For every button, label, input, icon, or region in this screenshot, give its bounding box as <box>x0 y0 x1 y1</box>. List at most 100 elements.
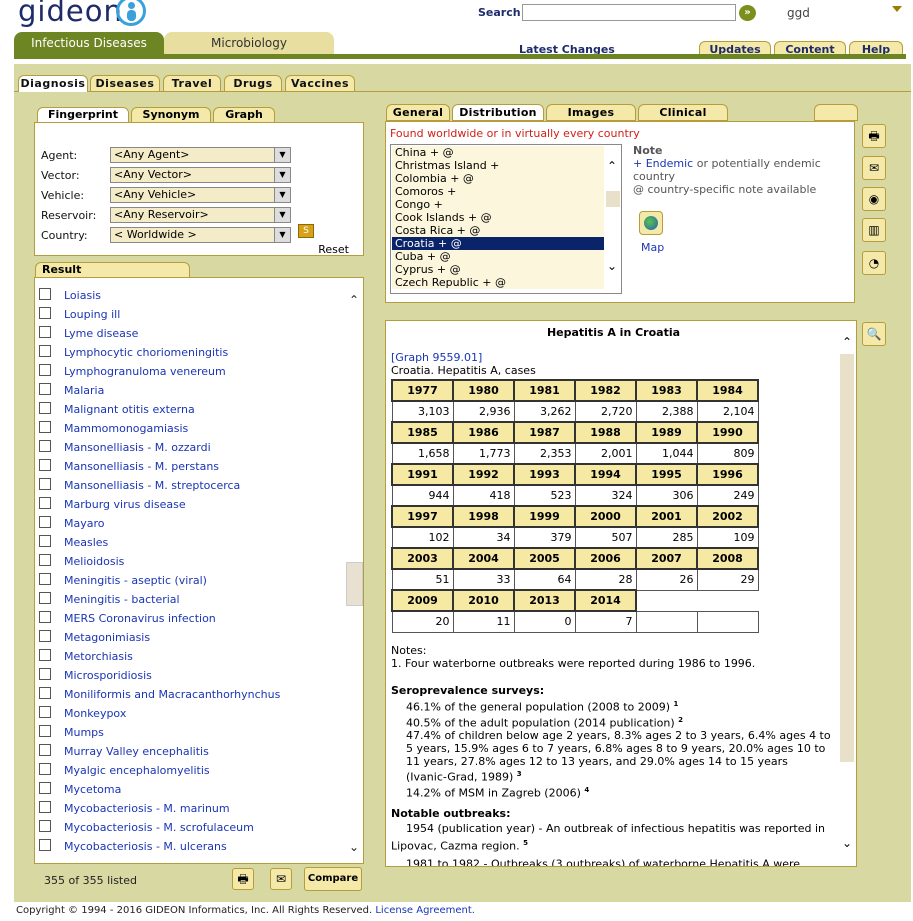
pie-chart-icon[interactable]: ◔ <box>862 251 886 275</box>
list-item[interactable]: Melioidosis <box>39 553 349 572</box>
detail-scroll-thumb[interactable] <box>840 354 854 762</box>
reset-button[interactable]: Reset <box>318 243 349 256</box>
checkbox[interactable] <box>39 364 51 376</box>
checkbox[interactable] <box>39 326 51 338</box>
checkbox[interactable] <box>39 820 51 832</box>
list-item[interactable]: Mayaro <box>39 515 349 534</box>
disease-link[interactable]: Lymphocytic choriomeningitis <box>64 346 228 359</box>
list-item[interactable]: Mycetoma <box>39 781 349 800</box>
checkbox[interactable] <box>39 383 51 395</box>
list-item[interactable]: Mycobacteriosis - M. ulcerans <box>39 838 349 857</box>
disease-link[interactable]: Metorchiasis <box>64 650 133 663</box>
reservoir-select[interactable]: <Any Reservoir> ▼ <box>110 207 291 223</box>
list-item[interactable]: Meningitis - aseptic (viral) <box>39 572 349 591</box>
tab-infectious-diseases[interactable]: Infectious Diseases <box>14 32 164 56</box>
tab-general[interactable]: General <box>386 104 450 121</box>
checkbox[interactable] <box>39 763 51 775</box>
disease-link[interactable]: Monkeypox <box>64 707 126 720</box>
list-item[interactable]: Meningitis - bacterial <box>39 591 349 610</box>
country-option[interactable]: Congo + <box>392 198 604 211</box>
disease-link[interactable]: Myalgic encephalomyelitis <box>64 764 210 777</box>
list-item[interactable]: Microsporidiosis <box>39 667 349 686</box>
list-item[interactable]: Myalgic encephalomyelitis <box>39 762 349 781</box>
scroll-down-icon[interactable]: ⌄ <box>349 840 359 854</box>
tab-synonym[interactable]: Synonym <box>131 107 211 123</box>
scroll-down-icon[interactable]: ⌄ <box>842 836 852 850</box>
checkbox[interactable] <box>39 687 51 699</box>
list-item[interactable]: Moniliformis and Macracanthorhynchus <box>39 686 349 705</box>
scroll-up-icon[interactable]: ⌃ <box>842 335 852 349</box>
graph-link[interactable]: [Graph 9559.01] <box>391 351 482 364</box>
chevron-down-icon[interactable]: ▼ <box>274 228 290 242</box>
compare-button[interactable]: Compare <box>304 867 362 891</box>
checkbox[interactable] <box>39 592 51 604</box>
checkbox[interactable] <box>39 630 51 642</box>
disease-link[interactable]: Mammomonogamiasis <box>64 422 188 435</box>
checkbox[interactable] <box>39 668 51 680</box>
tab-distribution[interactable]: Distribution <box>452 104 544 121</box>
checkbox[interactable] <box>39 516 51 528</box>
scroll-up-icon[interactable]: ⌃ <box>349 293 359 307</box>
chevron-down-icon[interactable]: ▼ <box>274 188 290 202</box>
checkbox[interactable] <box>39 307 51 319</box>
scroll-down-icon[interactable]: ⌄ <box>607 259 617 273</box>
chevron-down-icon[interactable] <box>892 6 902 12</box>
list-item[interactable]: Mammomonogamiasis <box>39 420 349 439</box>
list-item[interactable]: Measles <box>39 534 349 553</box>
tab-graph[interactable]: Graph <box>213 107 275 123</box>
country-option[interactable]: Cook Islands + @ <box>392 211 604 224</box>
result-tab[interactable]: Result <box>35 262 190 278</box>
country-scroll-thumb[interactable] <box>606 191 620 207</box>
reference-mark[interactable]: 2 <box>678 716 683 724</box>
disease-link[interactable]: Louping ill <box>64 308 120 321</box>
checkbox[interactable] <box>39 725 51 737</box>
disease-link[interactable]: Metagonimiasis <box>64 631 150 644</box>
disease-link[interactable]: Meningitis - bacterial <box>64 593 180 606</box>
disease-link[interactable]: Malignant otitis externa <box>64 403 195 416</box>
list-item[interactable]: Monkeypox <box>39 705 349 724</box>
tab-clinical[interactable]: Clinical <box>638 104 728 121</box>
disease-link[interactable]: Lymphogranuloma venereum <box>64 365 226 378</box>
disease-link[interactable]: Measles <box>64 536 108 549</box>
tab-travel[interactable]: Travel <box>163 75 221 92</box>
country-option[interactable]: Czech Republic + @ <box>392 276 604 289</box>
list-item[interactable]: Loiasis <box>39 287 349 306</box>
disease-link[interactable]: Loiasis <box>64 289 101 302</box>
disease-link[interactable]: Mansonelliasis - M. perstans <box>64 460 219 473</box>
print-icon[interactable]: 🖶 <box>862 124 886 148</box>
disease-link[interactable]: Mumps <box>64 726 104 739</box>
list-item[interactable]: Marburg virus disease <box>39 496 349 515</box>
checkbox[interactable] <box>39 744 51 756</box>
checkbox[interactable] <box>39 459 51 471</box>
print-icon[interactable]: 🖶 <box>232 868 254 890</box>
vehicle-select[interactable]: <Any Vehicle> ▼ <box>110 187 291 203</box>
disease-link[interactable]: Mycobacteriosis - M. ulcerans <box>64 840 227 853</box>
chevron-down-icon[interactable]: ▼ <box>274 168 290 182</box>
checkbox[interactable] <box>39 497 51 509</box>
country-option[interactable]: Comoros + <box>392 185 604 198</box>
reference-mark[interactable]: 5 <box>523 839 528 847</box>
list-item[interactable]: Lymphocytic choriomeningitis <box>39 344 349 363</box>
checkbox[interactable] <box>39 421 51 433</box>
checkbox[interactable] <box>39 402 51 414</box>
tab-images[interactable]: Images <box>546 104 636 121</box>
list-item[interactable]: Mansonelliasis - M. perstans <box>39 458 349 477</box>
chevron-down-icon[interactable]: ▼ <box>274 208 290 222</box>
tab-drugs[interactable]: Drugs <box>224 75 282 92</box>
disease-link[interactable]: Mayaro <box>64 517 105 530</box>
disease-link[interactable]: Marburg virus disease <box>64 498 186 511</box>
list-item[interactable]: Metagonimiasis <box>39 629 349 648</box>
list-item[interactable]: Mycobacteriosis - M. scrofulaceum <box>39 819 349 838</box>
country-option[interactable]: Cyprus + @ <box>392 263 604 276</box>
disease-link[interactable]: Moniliformis and Macracanthorhynchus <box>64 688 280 701</box>
search-input[interactable] <box>522 4 736 21</box>
checkbox[interactable] <box>39 573 51 585</box>
checkbox[interactable] <box>39 839 51 851</box>
list-item[interactable]: Mumps <box>39 724 349 743</box>
country-s-button[interactable]: S <box>298 224 314 238</box>
email-icon[interactable]: ✉ <box>270 868 292 890</box>
tab-diagnosis[interactable]: Diagnosis <box>18 75 88 92</box>
list-item[interactable]: Louping ill <box>39 306 349 325</box>
country-list[interactable]: China + @ Christmas Island + Colombia + @ C… <box>390 144 622 294</box>
list-item[interactable]: Murray Valley encephalitis <box>39 743 349 762</box>
